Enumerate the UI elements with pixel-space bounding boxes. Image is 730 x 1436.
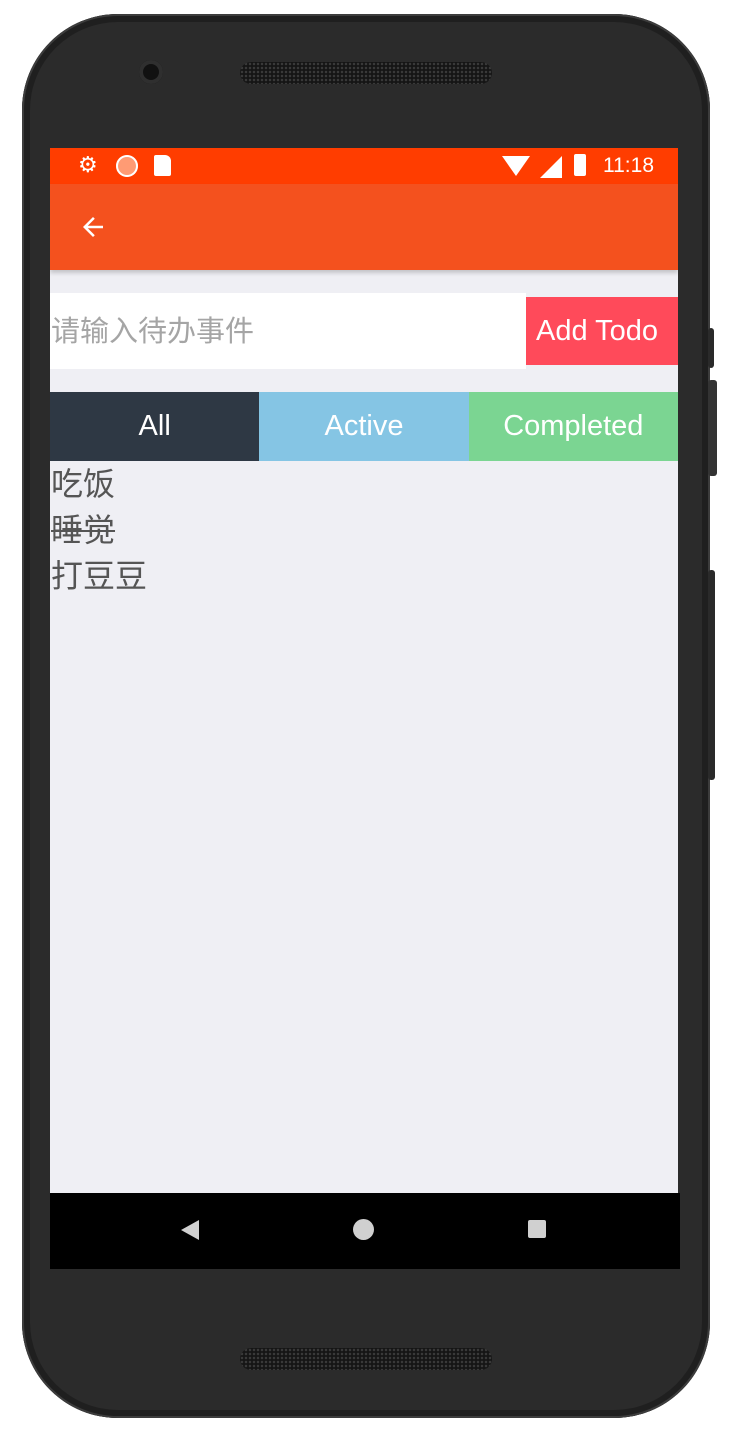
power-button xyxy=(708,328,714,368)
status-bar: ⚙ 11:18 xyxy=(50,148,678,184)
sd-card-icon xyxy=(154,155,171,176)
system-nav-bar xyxy=(50,1193,680,1269)
volume-button xyxy=(708,380,717,476)
todo-list: 吃饭 睡觉 打豆豆 xyxy=(51,461,651,599)
status-time: 11:18 xyxy=(603,154,654,177)
bottom-speaker xyxy=(240,1348,492,1370)
app-bar xyxy=(50,184,678,270)
side-rail xyxy=(708,570,715,780)
recents-square-icon[interactable] xyxy=(528,1220,546,1238)
back-triangle-icon[interactable] xyxy=(181,1220,199,1240)
list-item[interactable]: 睡觉 xyxy=(51,507,651,553)
tab-active[interactable]: Active xyxy=(259,392,469,461)
home-circle-icon[interactable] xyxy=(353,1219,374,1240)
battery-charging-icon xyxy=(574,154,586,176)
earpiece-speaker xyxy=(240,62,492,84)
filter-tabs: All Active Completed xyxy=(50,392,678,461)
list-item[interactable]: 打豆豆 xyxy=(51,553,651,599)
add-todo-row: Add Todo xyxy=(50,293,678,369)
front-camera xyxy=(139,60,163,84)
cell-signal-icon xyxy=(540,156,562,178)
tab-completed[interactable]: Completed xyxy=(468,392,678,461)
add-todo-button[interactable]: Add Todo xyxy=(526,297,678,365)
app-screen: ⚙ 11:18 Add Todo All Active Completed 吃饭… xyxy=(50,148,678,1268)
tab-all[interactable]: All xyxy=(50,392,260,461)
wifi-icon xyxy=(502,156,530,176)
list-item[interactable]: 吃饭 xyxy=(51,461,651,507)
arrow-left-icon[interactable] xyxy=(78,212,108,242)
todo-input[interactable] xyxy=(50,293,526,369)
sync-dot-icon xyxy=(116,155,138,177)
gear-icon: ⚙ xyxy=(78,153,98,178)
